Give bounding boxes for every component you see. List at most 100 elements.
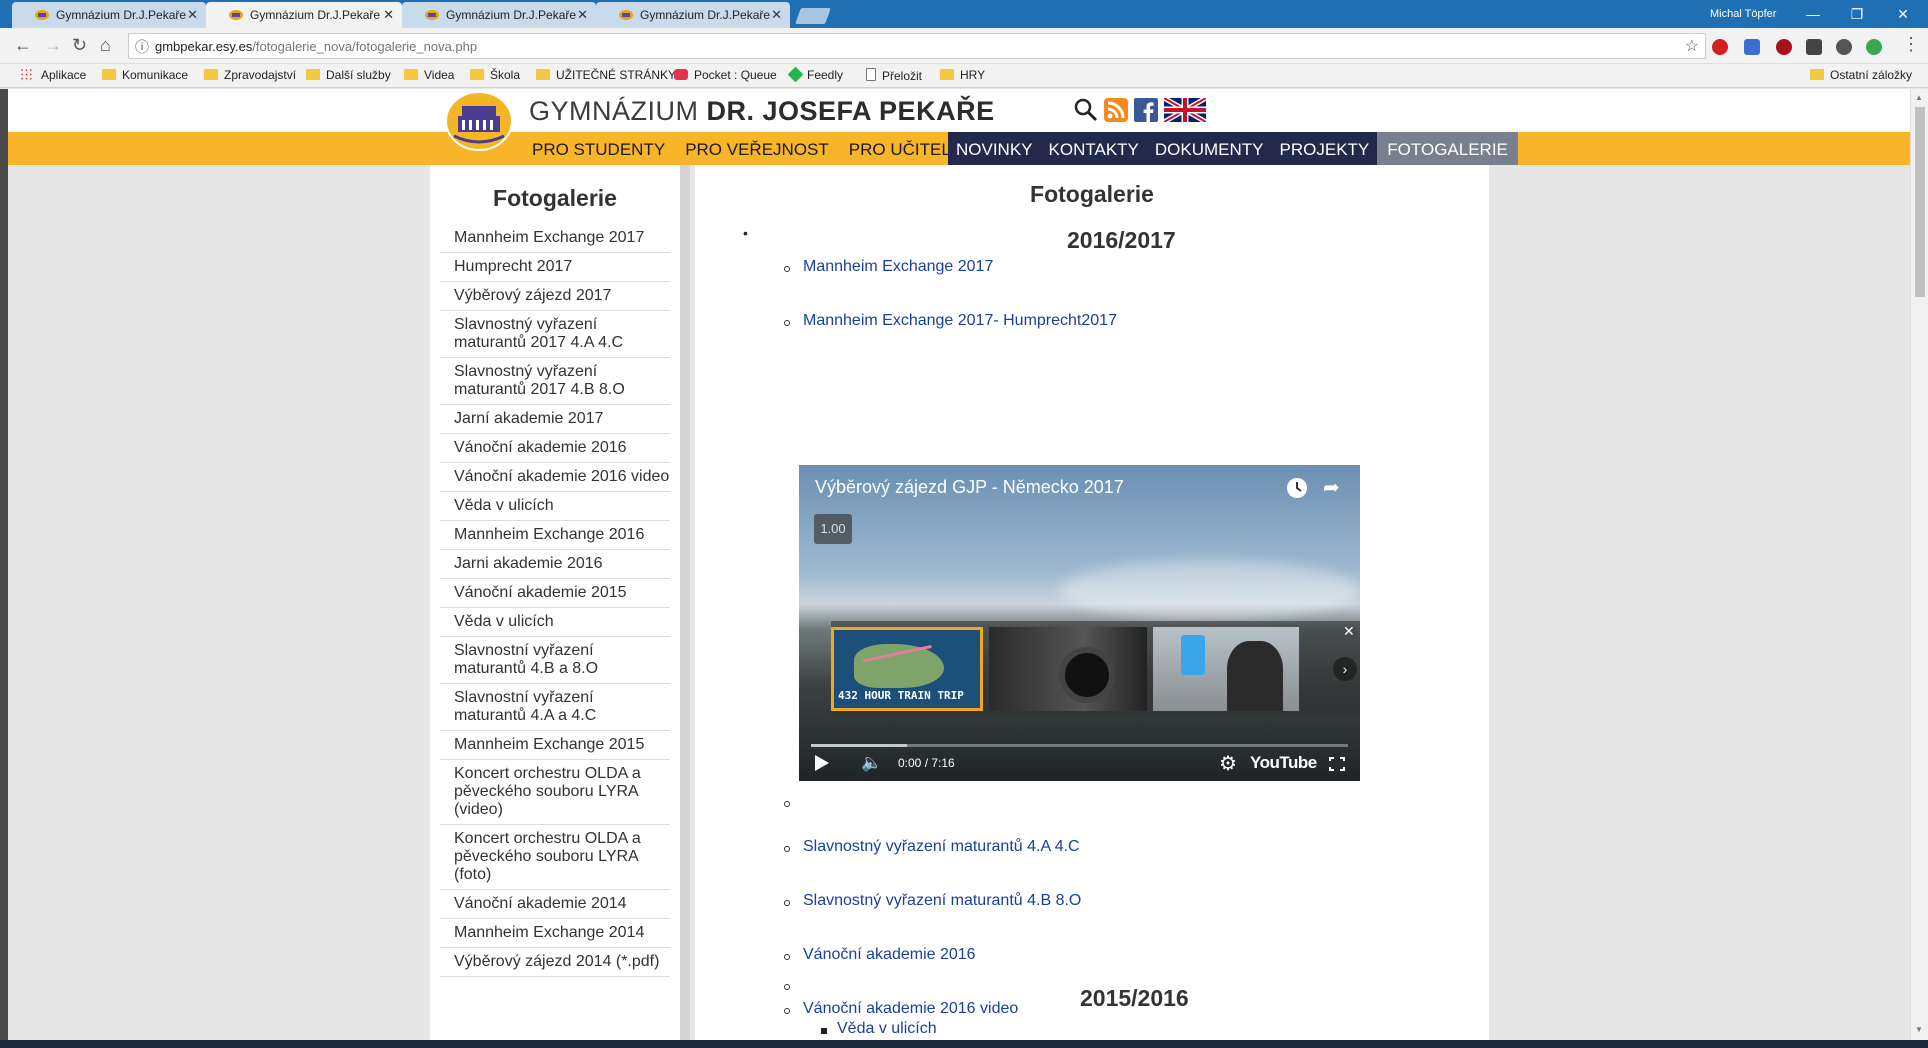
mail-extension-icon[interactable] xyxy=(1744,39,1760,55)
video-title[interactable]: Výběrový zájezd GJP - Německo 2017 xyxy=(815,477,1124,498)
sidebar-item[interactable]: Vánoční akademie 2016 xyxy=(440,434,670,463)
gallery-link[interactable]: Mannheim Exchange 2017- Humprecht2017 xyxy=(803,312,1117,330)
gallery-link[interactable]: Slavnostný vyřazení maturantů 4.B 8.O xyxy=(803,892,1081,910)
sidebar-item[interactable]: Výběrový zájezd 2014 (*.pdf) xyxy=(440,948,670,977)
bookmark-folder[interactable]: Videa xyxy=(404,68,454,82)
next-suggestion-icon[interactable]: › xyxy=(1333,657,1357,681)
share-icon[interactable]: ➦ xyxy=(1323,475,1340,500)
browser-tab-1[interactable]: Gymnázium Dr.J.Pekaře ✕ xyxy=(12,2,206,28)
gallery-link[interactable]: Mannheim Exchange 2017 xyxy=(803,258,993,276)
new-tab-button[interactable] xyxy=(795,8,831,24)
sidebar-item[interactable]: Vánoční akademie 2016 video xyxy=(440,463,670,492)
profile-name[interactable]: Michal Töpfer xyxy=(1710,8,1776,20)
extension-icon[interactable] xyxy=(1836,39,1852,55)
bookmark-folder[interactable]: Škola xyxy=(470,68,520,82)
sidebar-item[interactable]: Výběrový zájezd 2017 xyxy=(440,282,670,311)
sidebar-item[interactable]: Slavnostný vyřazení maturantů 2017 4.B 8… xyxy=(440,358,670,405)
sidebar-item[interactable]: Mannheim Exchange 2015 xyxy=(440,731,670,760)
settings-gear-icon[interactable]: ⚙ xyxy=(1219,751,1237,776)
gallery-link[interactable]: Vánoční akademie 2016 xyxy=(803,946,976,964)
suggested-video-thumbnail[interactable] xyxy=(989,627,1147,711)
address-bar[interactable]: ⓘ gmbpekar.esy.es/fotogalerie_nova/fotog… xyxy=(128,33,1706,59)
watch-later-icon[interactable] xyxy=(1287,478,1307,498)
browser-menu-icon[interactable]: ⋮ xyxy=(1902,34,1920,55)
sidebar-item[interactable]: Slavnostný vyřazení maturantů 2017 4.A 4… xyxy=(440,311,670,358)
close-tab-icon[interactable]: ✕ xyxy=(577,7,588,23)
school-logo-icon[interactable] xyxy=(444,90,514,152)
sidebar-item[interactable]: Věda v ulicích xyxy=(440,608,670,637)
rss-icon[interactable] xyxy=(1104,98,1128,122)
menu-item-kontakty[interactable]: KONTAKTY xyxy=(1041,132,1147,165)
restore-icon[interactable]: ❐ xyxy=(1834,3,1880,25)
sidebar-item[interactable]: Mannheim Exchange 2016 xyxy=(440,521,670,550)
bookmark-apps[interactable]: Aplikace xyxy=(20,68,86,82)
home-icon[interactable]: ⌂ xyxy=(100,35,111,56)
sidebar-item[interactable]: Jarni akademie 2016 xyxy=(440,550,670,579)
info-icon[interactable]: ⓘ xyxy=(135,37,149,57)
menu-item-pro-verejnost[interactable]: PRO VEŘEJNOST xyxy=(675,132,839,165)
youtube-video-player[interactable]: Výběrový zájezd GJP - Německo 2017 ➦ 1.0… xyxy=(799,465,1360,781)
sidebar-item[interactable]: Vánoční akademie 2015 xyxy=(440,579,670,608)
sidebar-item[interactable]: Slavnostní vyřazení maturantů 4.B a 8.O xyxy=(440,637,670,684)
video-progress-bar[interactable] xyxy=(811,744,1348,747)
back-icon[interactable]: ← xyxy=(14,35,32,56)
bookmark-pocket[interactable]: Pocket : Queue xyxy=(674,68,777,82)
browser-tab-2[interactable]: Gymnázium Dr.J.Pekaře ✕ xyxy=(206,2,402,28)
sidebar-item[interactable]: Koncert orchestru OLDA a pěveckého soubo… xyxy=(440,825,670,890)
sidebar-item[interactable]: Jarní akademie 2017 xyxy=(440,405,670,434)
sidebar-item[interactable]: Vánoční akademie 2014 xyxy=(440,890,670,919)
gallery-link[interactable]: Vánoční akademie 2016 video xyxy=(803,1000,1018,1018)
sidebar-item[interactable]: Humprecht 2017 xyxy=(440,253,670,282)
bookmark-feedly[interactable]: Feedly xyxy=(787,66,843,83)
bookmark-star-icon[interactable]: ☆ xyxy=(1685,36,1699,56)
play-icon[interactable] xyxy=(815,755,829,771)
menu-item-dokumenty[interactable]: DOKUMENTY xyxy=(1147,132,1272,165)
menu-item-novinky[interactable]: NOVINKY xyxy=(948,132,1041,165)
scroll-thumb[interactable] xyxy=(1915,107,1925,297)
browser-tab-3[interactable]: Gymnázium Dr.J.Pekaře ✕ xyxy=(402,2,596,28)
url-text[interactable]: gmbpekar.esy.es/fotogalerie_nova/fotogal… xyxy=(155,39,477,54)
extension-icon[interactable] xyxy=(1776,39,1792,55)
facebook-icon[interactable] xyxy=(1134,98,1158,122)
extension-icon[interactable] xyxy=(1806,39,1822,55)
minimize-icon[interactable]: — xyxy=(1790,3,1836,25)
sidebar-item[interactable]: Věda v ulicích xyxy=(440,492,670,521)
bookmark-folder[interactable]: Zpravodajství xyxy=(204,68,296,82)
suggested-video-thumbnail[interactable] xyxy=(1153,627,1299,711)
close-tab-icon[interactable]: ✕ xyxy=(771,7,782,23)
gallery-link[interactable]: Slavnostný vyřazení maturantů 4.A 4.C xyxy=(803,838,1080,856)
bookmark-folder[interactable]: UŽITEČNÉ STRÁNKY xyxy=(536,68,676,82)
close-tab-icon[interactable]: ✕ xyxy=(383,7,394,23)
school-name[interactable]: GYMNÁZIUM DR. JOSEFA PEKAŘE xyxy=(529,96,995,127)
menu-item-pro-studenty[interactable]: PRO STUDENTY xyxy=(522,132,675,165)
sidebar-item[interactable]: Koncert orchestru OLDA a pěveckého soubo… xyxy=(440,760,670,825)
other-bookmarks[interactable]: Ostatní záložky xyxy=(1810,68,1912,82)
menu-item-projekty[interactable]: PROJEKTY xyxy=(1272,132,1378,165)
forward-icon[interactable]: → xyxy=(44,35,62,56)
playback-speed[interactable]: 1.00 xyxy=(814,514,852,544)
browser-tab-4[interactable]: Gymnázium Dr.J.Pekaře ✕ xyxy=(596,2,790,28)
youtube-logo[interactable]: YouTube xyxy=(1250,753,1317,773)
english-flag-icon[interactable] xyxy=(1164,98,1206,122)
sidebar-item[interactable]: Slavnostní vyřazení maturantů 4.A a 4.C xyxy=(440,684,670,731)
bookmark-folder[interactable]: Další služby xyxy=(306,68,391,82)
bookmark-folder[interactable]: Komunikace xyxy=(102,68,188,82)
close-suggestions-icon[interactable]: ✕ xyxy=(1343,623,1355,640)
extension-icon[interactable] xyxy=(1712,39,1728,55)
sidebar-item[interactable]: Mannheim Exchange 2014 xyxy=(440,919,670,948)
extension-icon[interactable] xyxy=(1866,39,1882,55)
page-scrollbar[interactable]: ▲ ▼ xyxy=(1910,89,1928,1040)
volume-icon[interactable]: 🔈 xyxy=(861,753,882,773)
bookmark-translate[interactable]: Přeložit xyxy=(866,68,922,83)
close-window-icon[interactable]: ✕ xyxy=(1880,3,1926,25)
bookmark-folder[interactable]: HRY xyxy=(940,68,985,82)
scroll-up-icon[interactable]: ▲ xyxy=(1915,93,1923,102)
menu-item-fotogalerie[interactable]: FOTOGALERIE xyxy=(1377,132,1518,165)
suggested-video-thumbnail[interactable]: 432 HOUR TRAIN TRIP xyxy=(831,627,983,711)
reload-icon[interactable]: ↻ xyxy=(72,35,87,56)
close-tab-icon[interactable]: ✕ xyxy=(187,7,198,23)
sidebar-item[interactable]: Mannheim Exchange 2017 xyxy=(440,224,670,253)
scroll-down-icon[interactable]: ▼ xyxy=(1915,1025,1923,1034)
gallery-link[interactable]: Věda v ulicích xyxy=(837,1020,937,1038)
fullscreen-icon[interactable] xyxy=(1328,756,1346,772)
